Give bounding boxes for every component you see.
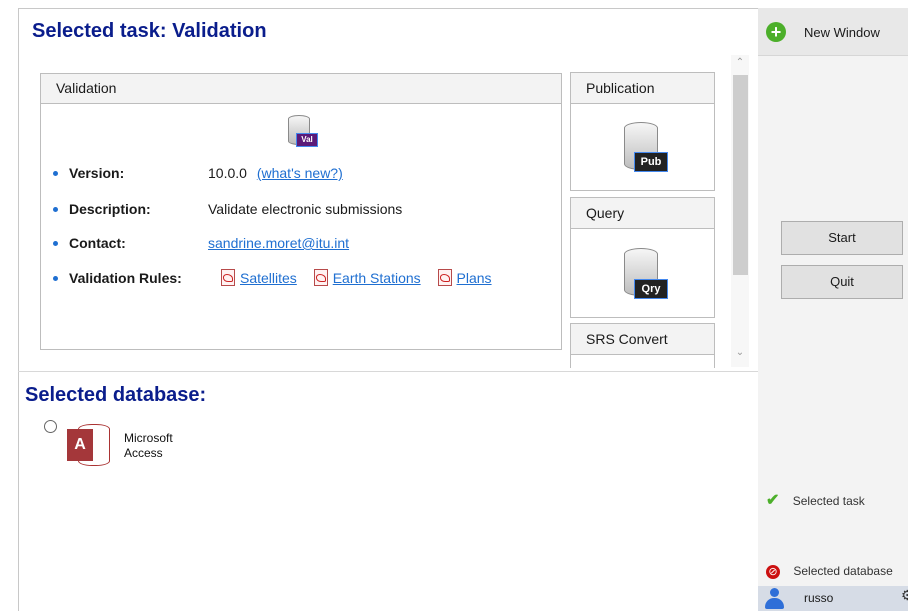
task-item-label: Publication (571, 73, 714, 104)
whats-new-link[interactable]: (what's new?) (257, 165, 343, 181)
validation-rules-row: Validation Rules: Satellites Earth Stati… (53, 268, 558, 288)
validation-rules-label: Validation Rules: (69, 270, 182, 286)
pdf-icon (220, 269, 235, 286)
checkmark-icon: ✔ (766, 492, 780, 509)
selected-task-title: Selected task: Validation (32, 20, 267, 42)
radio-button[interactable] (44, 420, 57, 433)
ms-access-icon: A (64, 421, 110, 467)
validation-db-icon: Val (288, 115, 318, 149)
validation-card-header: Validation (41, 74, 561, 104)
status-selected-database: ⊘ Selected database (763, 564, 893, 579)
version-value: 10.0.0 (208, 165, 247, 181)
contact-label: Contact: (69, 235, 126, 251)
no-entry-icon: ⊘ (766, 565, 780, 579)
task-item-label: SRS Convert (571, 324, 714, 355)
user-bar: russo ⚙ (758, 586, 908, 611)
quit-button[interactable]: Quit (781, 265, 903, 299)
task-list-scrollbar[interactable]: ⌃ ⌄ (731, 55, 749, 367)
right-pane: + New Window (758, 8, 908, 611)
chevron-down-icon[interactable]: ⌄ (731, 347, 749, 363)
new-window-label: New Window (804, 25, 880, 40)
description-value: Validate electronic submissions (208, 201, 403, 217)
query-db-icon: Qry (621, 248, 671, 304)
contact-email-link[interactable]: sandrine.moret@itu.int (208, 233, 349, 253)
start-button[interactable]: Start (781, 221, 903, 255)
publication-db-icon: Pub (621, 122, 671, 178)
task-item-srs-convert[interactable]: SRS Convert (570, 323, 715, 368)
chevron-up-icon[interactable]: ⌃ (731, 57, 749, 73)
plus-icon: + (766, 22, 786, 42)
rule-satellites-link[interactable]: Satellites (220, 269, 297, 286)
user-icon (763, 588, 785, 610)
version-row: Version: 10.0.0 (what's new?) (53, 163, 553, 183)
database-name-line2: Access (124, 446, 163, 460)
gear-icon[interactable]: ⚙ (901, 587, 908, 604)
task-item-label: Query (571, 198, 714, 229)
contact-row: Contact: sandrine.moret@itu.int (53, 233, 553, 253)
version-label: Version: (69, 165, 125, 181)
database-name-line1: Microsoft (124, 431, 173, 445)
database-option-access[interactable]: A Microsoft Access (44, 419, 204, 471)
scrollbar-thumb[interactable] (733, 75, 748, 275)
description-label: Description: (69, 201, 151, 217)
pdf-icon (437, 269, 452, 286)
rule-earth-stations-link[interactable]: Earth Stations (313, 269, 421, 286)
status-selected-task: ✔ Selected task (766, 492, 865, 509)
description-row: Description: Validate electronic submiss… (53, 199, 553, 219)
task-item-publication[interactable]: Publication Pub (570, 72, 715, 191)
new-window-button[interactable]: + New Window (758, 8, 908, 56)
selected-database-title: Selected database: (25, 384, 207, 406)
rule-plans-link[interactable]: Plans (437, 269, 492, 286)
section-divider (18, 371, 758, 372)
username: russo (804, 591, 834, 605)
pdf-icon (313, 269, 328, 286)
task-item-query[interactable]: Query Qry (570, 197, 715, 318)
validation-card: Validation Val Version: 10.0.0 (what's n… (40, 73, 562, 350)
